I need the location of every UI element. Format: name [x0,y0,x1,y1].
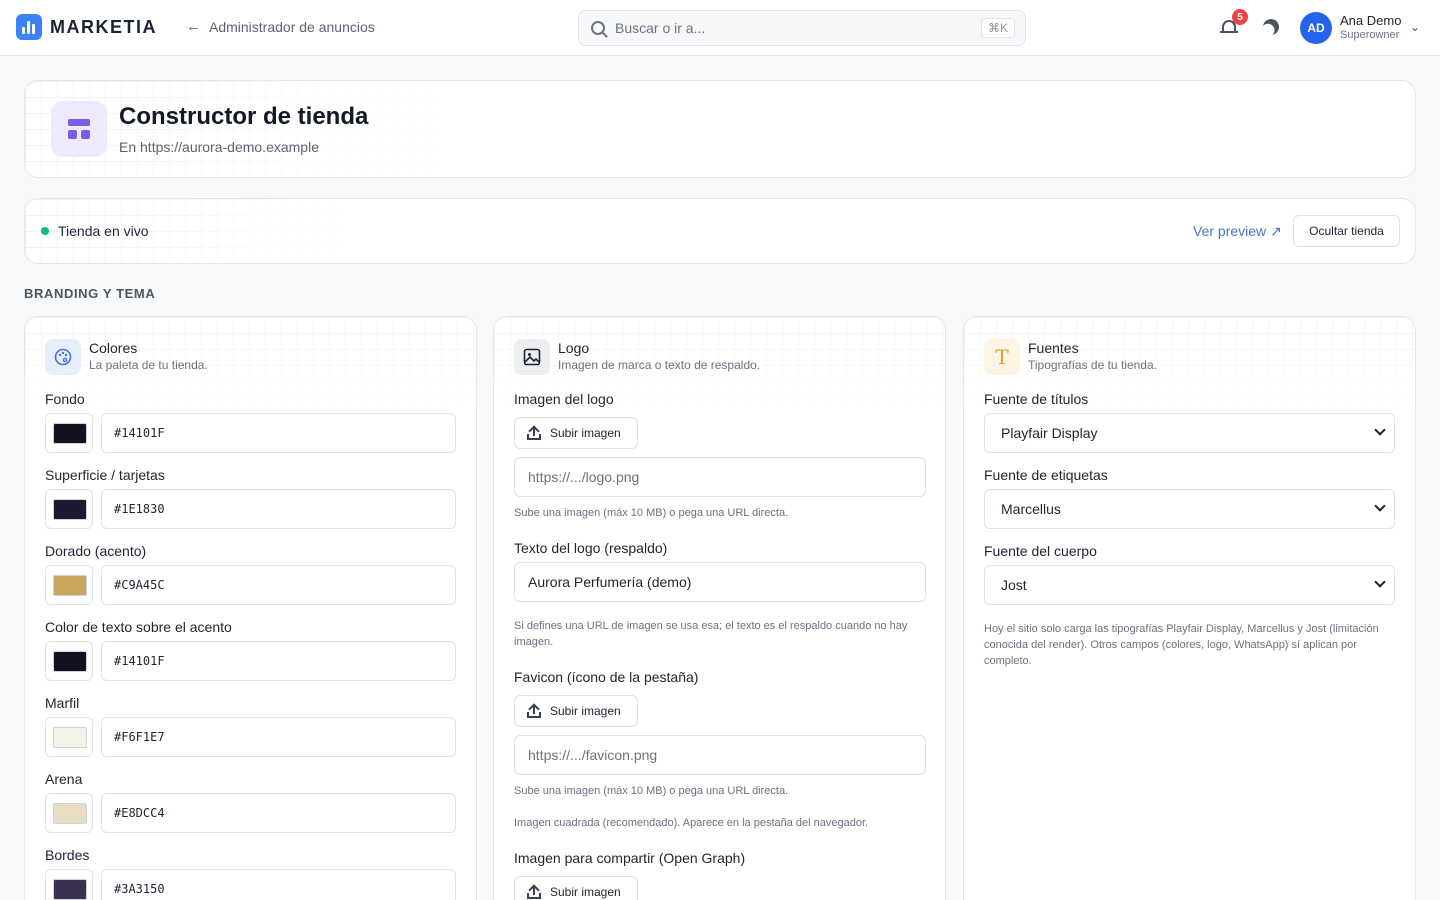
back-link-label: Administrador de anuncios [209,18,375,35]
titles-font-value: Playfair Display [1001,425,1098,441]
upload-icon [527,425,541,440]
favicon-upload-hint: Sube una imagen (máx 10 MB) o pega una U… [514,785,789,797]
chevron-down-icon[interactable]: ⌄ [1410,20,1420,34]
logo-text-input[interactable]: Aurora Perfumería (demo) [514,562,926,602]
body-font-value: Jost [1001,577,1027,593]
logo-url-input[interactable]: https://.../logo.png [514,457,926,497]
search-shortcut-badge: ⌘K [980,18,1015,38]
user-role: Superowner [1340,29,1400,41]
upload-icon [527,884,541,899]
section-title: BRANDING Y TEMA [24,286,156,301]
store-status-card: Tienda en vivo Ver preview ↗ Ocultar tie… [24,198,1416,264]
colors-description: La paleta de tu tienda. [89,358,208,372]
color-label-superficie: Superficie / tarjetas [45,467,165,483]
logo-text-label: Texto del logo (respaldo) [514,540,668,556]
search-input[interactable]: Buscar o ir a... ⌘K [578,10,1026,46]
logo-text-hint: Si defines una URL de imagen se usa esa;… [514,620,908,648]
live-status-dot [41,227,49,235]
logo-image-label: Imagen del logo [514,391,614,407]
arrow-left-icon: ← [186,18,201,35]
logo-upload-button[interactable]: Subir imagen [514,417,638,449]
top-bar: MARKETIA ← Administrador de anuncios Bus… [0,0,1440,56]
color-swatch-arena[interactable] [45,793,93,833]
favicon-url-input[interactable]: https://.../favicon.png [514,735,926,775]
color-swatch-fondo[interactable] [45,413,93,453]
hex-input-bordes[interactable]: #3A3150 [101,869,456,900]
favicon-label: Favicon (ícono de la pestaña) [514,669,699,685]
hide-store-button[interactable]: Ocultar tienda [1293,215,1400,247]
color-label-texto-acento: Color de texto sobre el acento [45,619,232,635]
store-builder-icon [51,101,107,157]
chevron-down-icon [1374,500,1386,512]
palette-icon [45,339,81,375]
titles-font-select[interactable]: Playfair Display [984,413,1395,453]
avatar[interactable]: AD [1300,12,1332,44]
store-header-card: Constructor de tienda En https://aurora-… [24,80,1416,178]
color-label-marfil: Marfil [45,695,80,711]
labels-font-select[interactable]: Marcellus [984,489,1395,529]
fonts-note: Hoy el sitio solo carga las tipografías … [984,623,1379,667]
color-label-fondo: Fondo [45,391,85,407]
upload-icon [527,703,541,718]
logo-description: Imagen de marca o texto de respaldo. [558,358,761,372]
search-placeholder: Buscar o ir a... [615,20,706,36]
image-icon [514,339,550,375]
color-swatch-superficie[interactable] [45,489,93,529]
store-url: En https://aurora-demo.example [119,139,319,155]
live-status-label: Tienda en vivo [58,223,149,239]
labels-font-value: Marcellus [1001,501,1061,517]
labels-font-label: Fuente de etiquetas [984,467,1108,483]
chevron-down-icon [1374,576,1386,588]
brand-logo-icon [16,14,42,40]
color-swatch-marfil[interactable] [45,717,93,757]
og-upload-button[interactable]: Subir imagen [514,876,638,900]
hex-input-texto-acento[interactable]: #14101F [101,641,456,681]
hex-input-arena[interactable]: #E8DCC4 [101,793,456,833]
notifications-badge: 5 [1232,9,1248,25]
color-swatch-dorado[interactable] [45,565,93,605]
color-label-arena: Arena [45,771,83,787]
logo-card: Logo Imagen de marca o texto de respaldo… [493,316,946,900]
brand[interactable]: MARKETIA [16,14,157,40]
colors-card: Colores La paleta de tu tienda. Fondo #1… [24,316,477,900]
search-icon [591,21,605,35]
body-font-select[interactable]: Jost [984,565,1395,605]
typography-icon: T [984,339,1020,375]
colors-title: Colores [89,340,138,356]
favicon-upload-button[interactable]: Subir imagen [514,695,638,727]
brand-name: MARKETIA [50,16,157,37]
moon-icon[interactable] [1261,17,1282,38]
user-name[interactable]: Ana Demo [1340,13,1401,28]
chevron-down-icon [1374,424,1386,436]
logo-title: Logo [558,340,590,356]
og-image-label: Imagen para compartir (Open Graph) [514,850,746,866]
fonts-card: T Fuentes Tipografías de tu tienda. Fuen… [963,316,1416,900]
hex-input-superficie[interactable]: #1E1830 [101,489,456,529]
color-label-bordes: Bordes [45,847,90,863]
view-preview-link[interactable]: Ver preview ↗ [1193,223,1282,240]
color-label-dorado: Dorado (acento) [45,543,147,559]
upload-button-label: Subir imagen [550,426,621,440]
favicon-hint: Imagen cuadrada (recomendado). Aparece e… [514,817,869,829]
upload-button-label: Subir imagen [550,704,621,718]
hex-input-marfil[interactable]: #F6F1E7 [101,717,456,757]
color-swatch-bordes[interactable] [45,869,93,900]
color-swatch-texto-acento[interactable] [45,641,93,681]
fonts-description: Tipografías de tu tienda. [1028,358,1157,372]
hex-input-dorado[interactable]: #C9A45C [101,565,456,605]
body-font-label: Fuente del cuerpo [984,543,1097,559]
page-title: Constructor de tienda [119,103,369,130]
logo-upload-hint: Sube una imagen (máx 10 MB) o pega una U… [514,507,789,519]
titles-font-label: Fuente de títulos [984,391,1089,407]
upload-button-label: Subir imagen [550,885,621,899]
back-to-ads-admin-link[interactable]: ← Administrador de anuncios [186,18,375,35]
fonts-title: Fuentes [1028,340,1079,356]
hex-input-fondo[interactable]: #14101F [101,413,456,453]
